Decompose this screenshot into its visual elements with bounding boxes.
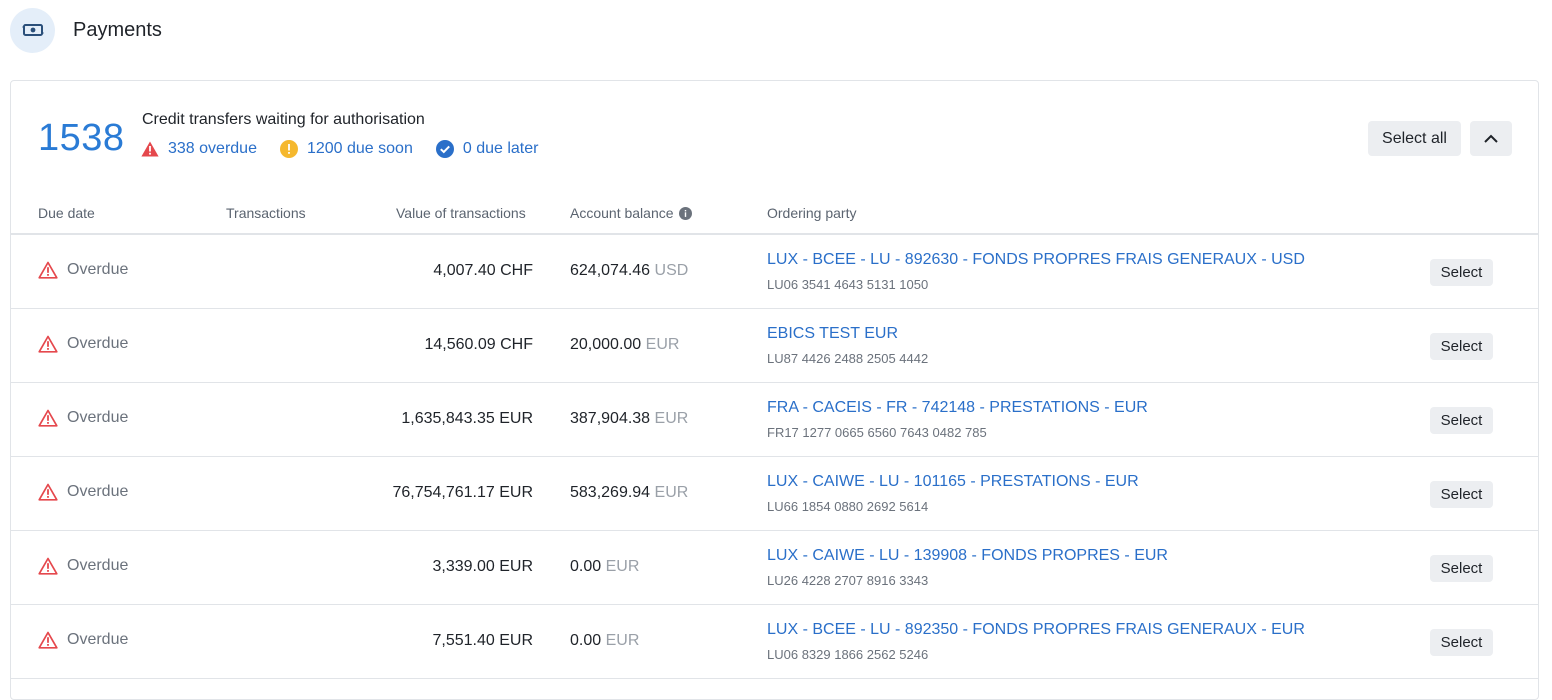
due-later-stat-label: 0 due later [462,140,539,157]
table-row[interactable]: Overdue 4,007.40 CHF 624,074.46 USD LUX … [11,235,1538,309]
warning-outline-icon [38,409,58,427]
due-status-label: Overdue [67,261,129,278]
transaction-value: 14,560.09 CHF [424,336,533,353]
balance-amount: 387,904.38 [570,410,651,427]
select-button[interactable]: Select [1430,481,1493,508]
due-status: Overdue [38,409,128,427]
balance-amount: 0.00 [570,558,602,575]
balance-amount: 0.00 [570,632,602,649]
ordering-party-iban: FR17 1277 0665 6560 7643 0482 785 [767,425,987,440]
account-balance: 624,074.46 USD [570,262,688,280]
warning-outline-icon [38,261,58,279]
due-status-label: Overdue [67,335,129,352]
page-title: Payments [73,18,162,41]
info-icon[interactable] [678,206,692,220]
transaction-value: 1,635,843.35 EUR [401,410,533,427]
column-header-due-date[interactable]: Due date [38,205,95,221]
due-status-label: Overdue [67,557,129,574]
ordering-party-iban: LU26 4228 2707 8916 3343 [767,573,929,588]
balance-amount: 624,074.46 [570,262,651,279]
column-header-transactions[interactable]: Transactions [226,205,306,221]
select-button[interactable]: Select [1430,629,1493,656]
column-header-balance[interactable]: Account balance [570,205,692,221]
ordering-party-iban: LU06 8329 1866 2562 5246 [767,647,929,662]
due-soon-stat[interactable]: 1200 due soon [279,140,413,158]
ordering-party-link[interactable]: EBICS TEST EUR [767,325,898,343]
balance-currency: EUR [605,558,640,575]
warning-outline-icon [38,335,58,353]
balance-currency: EUR [654,410,689,427]
transfer-rows: Overdue 4,007.40 CHF 624,074.46 USD LUX … [11,235,1538,679]
due-status: Overdue [38,483,128,501]
warning-triangle-icon [141,141,159,157]
due-status: Overdue [38,261,128,279]
ordering-party-link[interactable]: LUX - BCEE - LU - 892350 - FONDS PROPRES… [767,621,1305,639]
exclamation-circle-icon [279,140,298,158]
due-soon-stat-label: 1200 due soon [306,140,413,157]
balance-amount: 20,000.00 [570,336,642,353]
overdue-stat-label: 338 overdue [168,140,257,157]
overdue-stat[interactable]: 338 overdue [141,140,257,158]
collapse-button[interactable] [1470,121,1512,156]
ordering-party-iban: LU66 1854 0880 2692 5614 [767,499,929,514]
ordering-party-iban: LU87 4426 2488 2505 4442 [767,351,929,366]
column-header-balance-label: Account balance [570,205,674,221]
due-status-label: Overdue [67,483,129,500]
account-balance: 583,269.94 EUR [570,484,688,502]
due-status: Overdue [38,335,128,353]
select-button[interactable]: Select [1430,259,1493,286]
ordering-party-link[interactable]: LUX - CAIWE - LU - 101165 - PRESTATIONS … [767,473,1139,491]
summary-title: Credit transfers waiting for authorisati… [142,111,425,128]
table-row[interactable]: Overdue 14,560.09 CHF 20,000.00 EUR EBIC… [11,309,1538,383]
summary-section: 1538 Credit transfers waiting for author… [11,81,1538,191]
table-row[interactable]: Overdue 3,339.00 EUR 0.00 EUR LUX - CAIW… [11,531,1538,605]
balance-amount: 583,269.94 [570,484,651,501]
ordering-party-link[interactable]: LUX - BCEE - LU - 892630 - FONDS PROPRES… [767,251,1305,269]
credit-transfers-card: 1538 Credit transfers waiting for author… [10,80,1539,700]
account-balance: 0.00 EUR [570,558,639,576]
due-status-label: Overdue [67,631,129,648]
account-balance: 0.00 EUR [570,632,639,650]
transaction-value: 4,007.40 CHF [433,262,533,279]
table-row[interactable]: Overdue 1,635,843.35 EUR 387,904.38 EUR … [11,383,1538,457]
table-row[interactable]: Overdue 7,551.40 EUR 0.00 EUR LUX - BCEE… [11,605,1538,679]
check-circle-icon [435,140,454,158]
ordering-party-link[interactable]: FRA - CACEIS - FR - 742148 - PRESTATIONS… [767,399,1148,417]
account-balance: 387,904.38 EUR [570,410,688,428]
balance-currency: EUR [645,336,680,353]
column-header-value[interactable]: Value of transactions [396,205,526,221]
waiting-count: 1538 [38,117,125,159]
balance-currency: EUR [605,632,640,649]
table-row[interactable]: Overdue 76,754,761.17 EUR 583,269.94 EUR… [11,457,1538,531]
status-stats: 338 overdue 1200 due soon 0 due later [141,140,561,158]
balance-currency: EUR [654,484,689,501]
money-transfer-icon [10,7,55,53]
transaction-value: 7,551.40 EUR [432,632,533,649]
account-balance: 20,000.00 EUR [570,336,679,354]
chevron-up-icon [1484,134,1498,143]
due-status: Overdue [38,631,128,649]
warning-outline-icon [38,483,58,501]
balance-currency: USD [654,262,689,279]
page-header: Payments [10,7,162,53]
warning-outline-icon [38,631,58,649]
warning-outline-icon [38,557,58,575]
select-button[interactable]: Select [1430,555,1493,582]
due-later-stat[interactable]: 0 due later [435,140,539,158]
due-status: Overdue [38,557,128,575]
ordering-party-iban: LU06 3541 4643 5131 1050 [767,277,929,292]
column-header-ordering-party[interactable]: Ordering party [767,205,856,221]
select-button[interactable]: Select [1430,333,1493,360]
ordering-party-link[interactable]: LUX - CAIWE - LU - 139908 - FONDS PROPRE… [767,547,1168,565]
transaction-value: 3,339.00 EUR [432,558,533,575]
due-status-label: Overdue [67,409,129,426]
select-button[interactable]: Select [1430,407,1493,434]
select-all-button[interactable]: Select all [1368,121,1461,156]
transaction-value: 76,754,761.17 EUR [392,484,533,501]
